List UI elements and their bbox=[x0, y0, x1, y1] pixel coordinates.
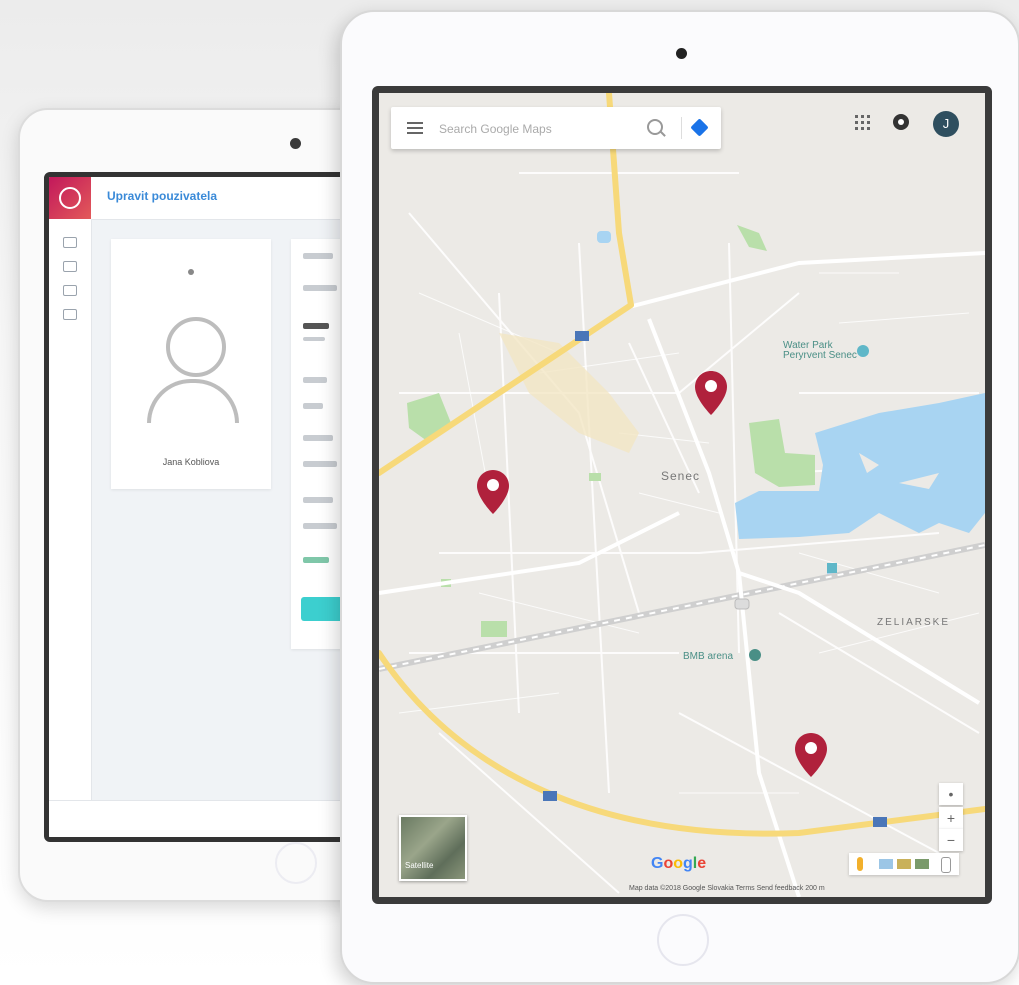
map-canvas[interactable] bbox=[379, 93, 985, 897]
poi-water-park[interactable]: Water Park Peryrvent Senec bbox=[783, 341, 857, 361]
map-view[interactable]: Water Park Peryrvent Senec BMB arena Sen… bbox=[372, 86, 992, 904]
poi-bmb-arena[interactable]: BMB arena bbox=[683, 651, 733, 662]
street-view-bar[interactable] bbox=[849, 853, 959, 875]
photo-expand-icon[interactable] bbox=[941, 857, 951, 873]
photo-thumb-icon[interactable] bbox=[915, 859, 929, 869]
photo-thumb-icon[interactable] bbox=[897, 859, 911, 869]
back-sidebar bbox=[49, 219, 92, 837]
form-label bbox=[303, 253, 333, 259]
town-label: Senec bbox=[661, 469, 701, 483]
back-footer bbox=[49, 800, 379, 837]
form-status bbox=[303, 557, 329, 563]
search-icon[interactable] bbox=[647, 119, 663, 135]
district-label: ZELIARSKE bbox=[877, 617, 951, 628]
map-pin-icon[interactable] bbox=[477, 470, 509, 514]
profile-name: Jana Kobliova bbox=[162, 457, 220, 467]
form-label bbox=[303, 435, 333, 441]
form-label bbox=[303, 377, 327, 383]
map-attribution[interactable]: Map data ©2018 Google Slovakia Terms Sen… bbox=[629, 885, 825, 892]
zoom-in-button[interactable]: + bbox=[939, 807, 963, 829]
map-pin-icon[interactable] bbox=[795, 733, 827, 777]
account-avatar[interactable]: J bbox=[933, 111, 959, 137]
photo-thumb-icon[interactable] bbox=[879, 859, 893, 869]
back-tablet-screen: Upravit pouzivatela Jana Kobliova bbox=[44, 172, 384, 842]
front-tablet-camera bbox=[676, 48, 687, 59]
map-pin-icon[interactable] bbox=[695, 371, 727, 415]
form-section-heading bbox=[303, 323, 329, 329]
app-logo[interactable] bbox=[49, 177, 91, 219]
front-tablet-home-button bbox=[657, 914, 709, 966]
user-avatar-icon bbox=[166, 317, 226, 377]
form-field[interactable] bbox=[303, 285, 337, 291]
chart-icon[interactable] bbox=[63, 285, 77, 296]
form-label bbox=[303, 497, 333, 503]
logo-icon bbox=[59, 187, 81, 209]
form-field[interactable] bbox=[303, 523, 337, 529]
pegman-icon[interactable] bbox=[857, 857, 863, 871]
directions-icon[interactable] bbox=[690, 118, 709, 137]
apps-grid-icon[interactable] bbox=[855, 115, 870, 130]
search-divider bbox=[681, 117, 682, 139]
dashboard-icon[interactable] bbox=[63, 237, 77, 248]
user-avatar-body bbox=[147, 379, 239, 423]
satellite-layer-toggle[interactable]: Satellite bbox=[399, 815, 467, 881]
form-field[interactable] bbox=[303, 461, 337, 467]
messages-icon[interactable] bbox=[63, 261, 77, 272]
back-tablet-home-button bbox=[275, 842, 317, 884]
menu-icon[interactable] bbox=[407, 122, 423, 134]
form-field[interactable] bbox=[303, 403, 323, 409]
document-icon[interactable] bbox=[63, 309, 77, 320]
settings-icon[interactable] bbox=[893, 114, 909, 130]
back-page-title: Upravit pouzivatela bbox=[107, 189, 218, 203]
camera-dot-icon[interactable] bbox=[188, 269, 194, 275]
form-hint bbox=[303, 337, 325, 341]
profile-card: Jana Kobliova bbox=[111, 239, 271, 489]
zoom-out-button[interactable]: − bbox=[939, 829, 963, 851]
compass-button[interactable]: • bbox=[939, 783, 963, 805]
google-logo: Google bbox=[651, 855, 707, 872]
search-input[interactable] bbox=[437, 117, 621, 141]
map-search-bar bbox=[391, 107, 721, 149]
satellite-label: Satellite bbox=[405, 861, 434, 870]
back-tablet-camera bbox=[290, 138, 301, 149]
